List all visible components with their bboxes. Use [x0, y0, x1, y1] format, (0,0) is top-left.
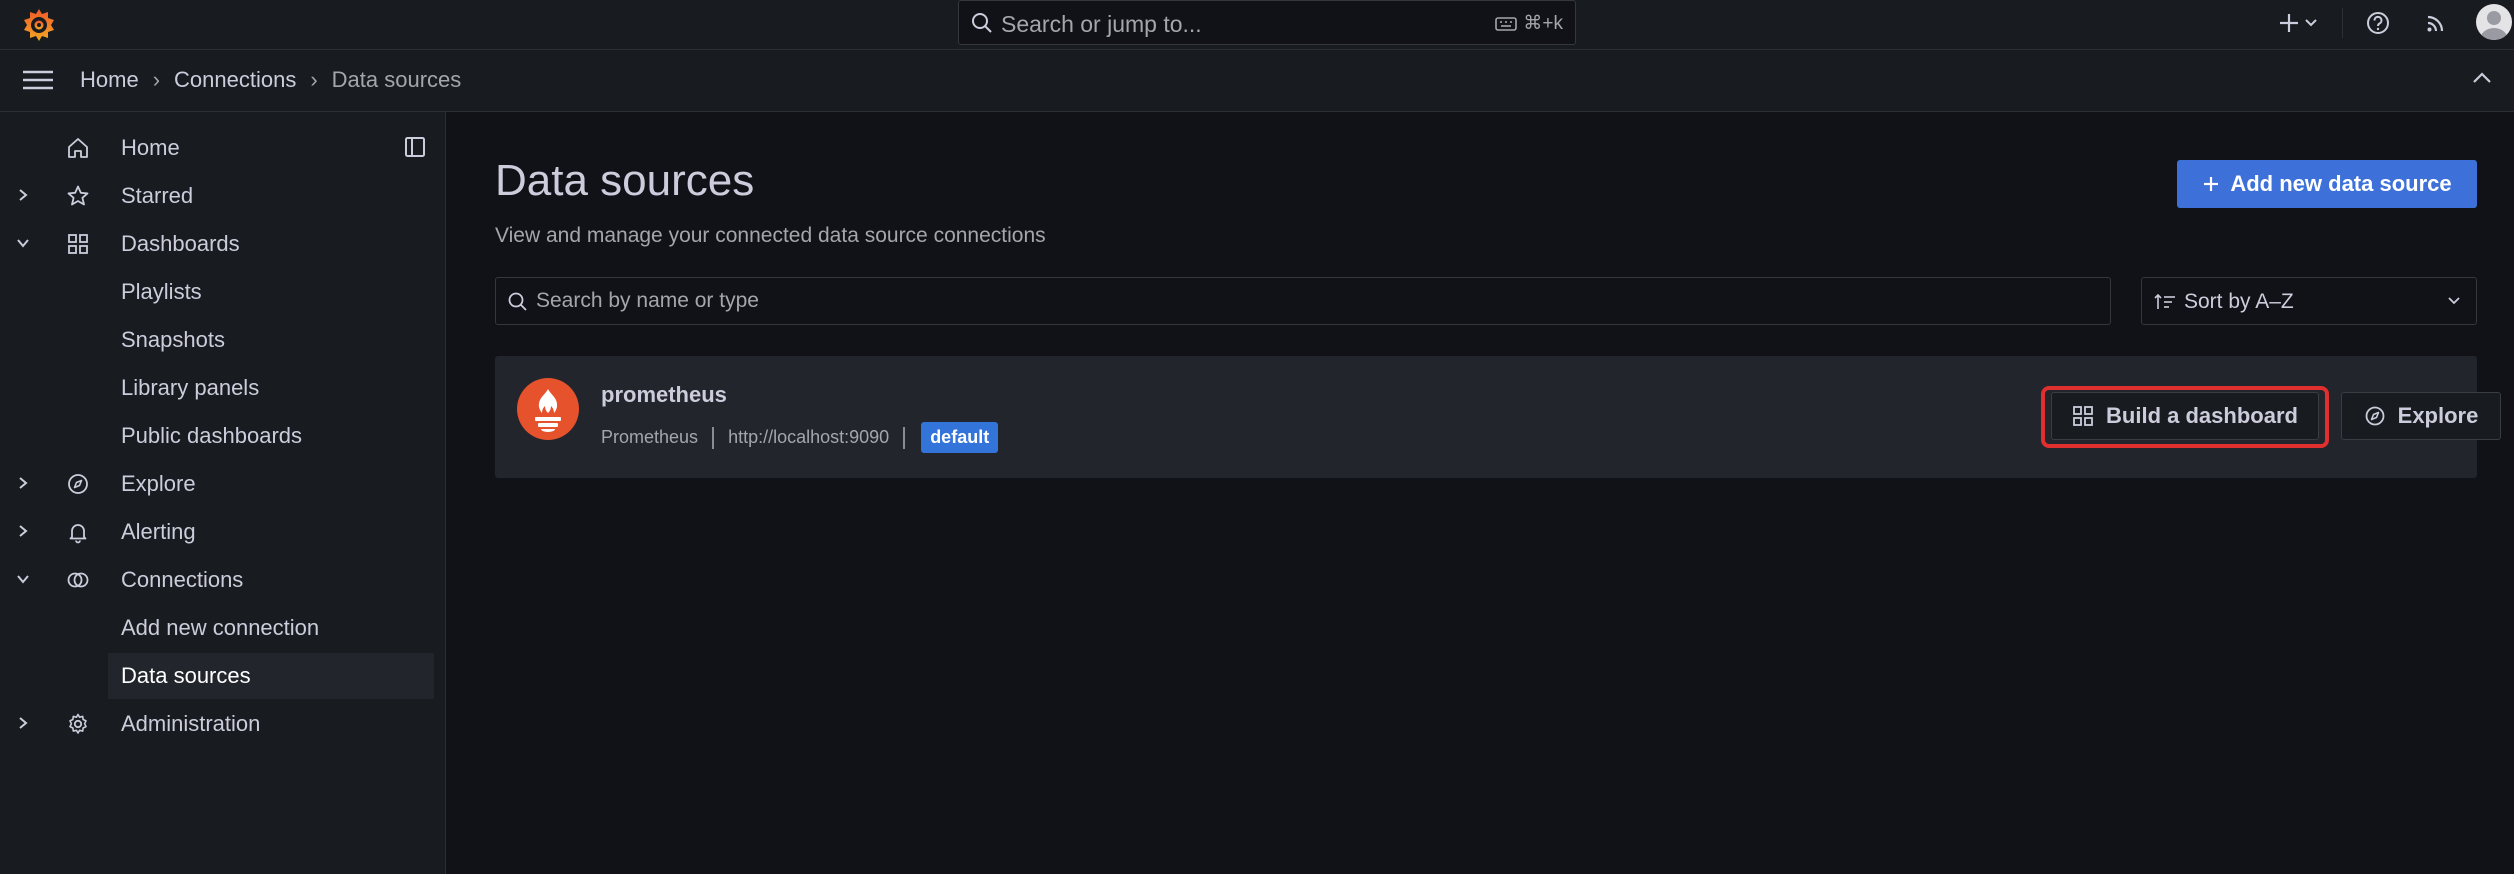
- sidebar-item-alerting[interactable]: Alerting: [0, 509, 434, 555]
- datasource-search: [495, 277, 2111, 325]
- chevron-right-icon[interactable]: [16, 715, 30, 731]
- global-search[interactable]: Search or jump to... ⌘+k: [958, 0, 1576, 45]
- sidebar-item-label: Data sources: [121, 663, 251, 688]
- sidebar-item-explore[interactable]: Explore: [0, 461, 434, 507]
- datasource-url: http://localhost:9090: [728, 427, 890, 447]
- chevron-down-icon: [2305, 19, 2317, 27]
- sidebar-item-dashboards[interactable]: Dashboards: [0, 221, 434, 267]
- plus-icon: [2280, 14, 2298, 32]
- sidebar-item-label: Administration: [121, 711, 261, 736]
- search-shortcut: ⌘+k: [1495, 12, 1563, 35]
- main-content: Data sources View and manage your connec…: [447, 112, 2514, 874]
- sidebar-item-label: Add new connection: [121, 615, 320, 640]
- sidebar-item-library-panels[interactable]: Library panels: [0, 365, 434, 411]
- breadcrumb-connections[interactable]: Connections: [174, 67, 296, 93]
- chevron-down-icon[interactable]: [16, 571, 30, 587]
- sidebar-item-home[interactable]: Home: [0, 125, 434, 171]
- home-icon: [66, 136, 90, 160]
- add-new-data-source-label: Add new data source: [2230, 171, 2452, 196]
- breadcrumb-bar: Home › Connections › Data sources: [0, 50, 2514, 112]
- sort-select-value: Sort by A–Z: [2184, 290, 2294, 313]
- add-new-data-source-button[interactable]: Add new data source: [2177, 160, 2477, 208]
- plus-icon: [2202, 175, 2220, 193]
- sidebar-item-snapshots[interactable]: Snapshots: [0, 317, 434, 363]
- sidebar-item-label: Home: [121, 135, 180, 160]
- page-title: Data sources: [495, 156, 755, 205]
- apps-icon: [2072, 405, 2094, 427]
- menu-toggle-icon[interactable]: [22, 68, 54, 92]
- datasource-search-input[interactable]: [536, 278, 2096, 324]
- sidebar-item-label: Alerting: [121, 519, 196, 544]
- datasource-name[interactable]: prometheus: [601, 382, 727, 408]
- news-feed-icon[interactable]: [2422, 9, 2450, 37]
- divider: [712, 426, 715, 449]
- star-icon: [66, 184, 90, 208]
- chevron-right-icon[interactable]: [16, 523, 30, 539]
- chevron-right-icon[interactable]: [16, 187, 30, 203]
- bell-icon: [66, 520, 90, 544]
- divider: [2342, 8, 2343, 38]
- explore-label: Explore: [2397, 403, 2479, 428]
- sidebar-item-add-new-connection[interactable]: Add new connection: [0, 605, 434, 651]
- breadcrumb-data-sources: Data sources: [331, 67, 462, 92]
- keyboard-icon: [1495, 16, 1518, 32]
- sort-select[interactable]: Sort by A–Z: [2141, 277, 2477, 325]
- chevron-right-icon: ›: [310, 67, 318, 92]
- help-icon[interactable]: [2364, 9, 2392, 37]
- search-icon: [971, 12, 993, 34]
- breadcrumb-home[interactable]: Home: [80, 67, 139, 93]
- sidebar-item-label: Playlists: [121, 279, 202, 304]
- compass-icon: [66, 472, 90, 496]
- sidebar-item-public-dashboards[interactable]: Public dashboards: [0, 413, 434, 459]
- sidebar-item-label: Library panels: [121, 375, 260, 400]
- chevron-up-icon[interactable]: [2472, 71, 2492, 85]
- page-subtitle: View and manage your connected data sour…: [495, 224, 1046, 247]
- sidebar-item-data-sources[interactable]: Data sources: [108, 653, 434, 699]
- datasource-meta: Prometheus http://localhost:9090 default: [601, 422, 999, 453]
- chevron-down-icon: [2446, 295, 2462, 307]
- prometheus-logo: [517, 378, 579, 440]
- compass-icon: [2364, 405, 2386, 427]
- sidebar-item-starred[interactable]: Starred: [0, 173, 434, 219]
- sidebar-item-label: Starred: [121, 183, 194, 208]
- search-shortcut-text: ⌘+k: [1523, 13, 1563, 34]
- sidebar-item-label: Snapshots: [121, 327, 225, 352]
- user-avatar[interactable]: [2476, 4, 2512, 40]
- sort-amount-icon: [2154, 292, 2176, 312]
- datasource-card[interactable]: prometheus Prometheus http://localhost:9…: [495, 356, 2501, 478]
- link-icon: [66, 568, 90, 592]
- datasource-type: Prometheus: [601, 427, 699, 447]
- gear-icon: [66, 712, 90, 736]
- search-icon: [508, 292, 528, 312]
- top-bar: Search or jump to... ⌘+k: [0, 0, 2514, 50]
- build-dashboard-label: Build a dashboard: [2106, 403, 2298, 428]
- explore-button[interactable]: Explore: [2341, 392, 2501, 440]
- new-menu-button[interactable]: [2276, 9, 2317, 37]
- chevron-right-icon[interactable]: [16, 475, 30, 491]
- sidebar-item-playlists[interactable]: Playlists: [0, 269, 434, 315]
- grafana-logo[interactable]: [20, 6, 58, 44]
- chevron-down-icon[interactable]: [16, 235, 30, 251]
- sidebar-item-label: Explore: [121, 471, 196, 496]
- divider: [903, 426, 906, 449]
- sidebar: Home Starred Dashboards Playlists Snapsh…: [0, 112, 446, 874]
- build-dashboard-button[interactable]: Build a dashboard: [2051, 392, 2319, 440]
- global-search-placeholder: Search or jump to...: [1001, 11, 1202, 37]
- sidebar-item-label: Connections: [121, 567, 244, 592]
- sidebar-item-label: Public dashboards: [121, 423, 303, 448]
- sidebar-item-label: Dashboards: [121, 231, 240, 256]
- breadcrumb: Home › Connections › Data sources: [80, 67, 461, 93]
- default-badge: default: [921, 422, 999, 453]
- apps-icon: [66, 232, 90, 256]
- sidebar-item-administration[interactable]: Administration: [0, 701, 434, 747]
- sidebar-item-connections[interactable]: Connections: [0, 557, 434, 603]
- chevron-right-icon: ›: [152, 67, 161, 92]
